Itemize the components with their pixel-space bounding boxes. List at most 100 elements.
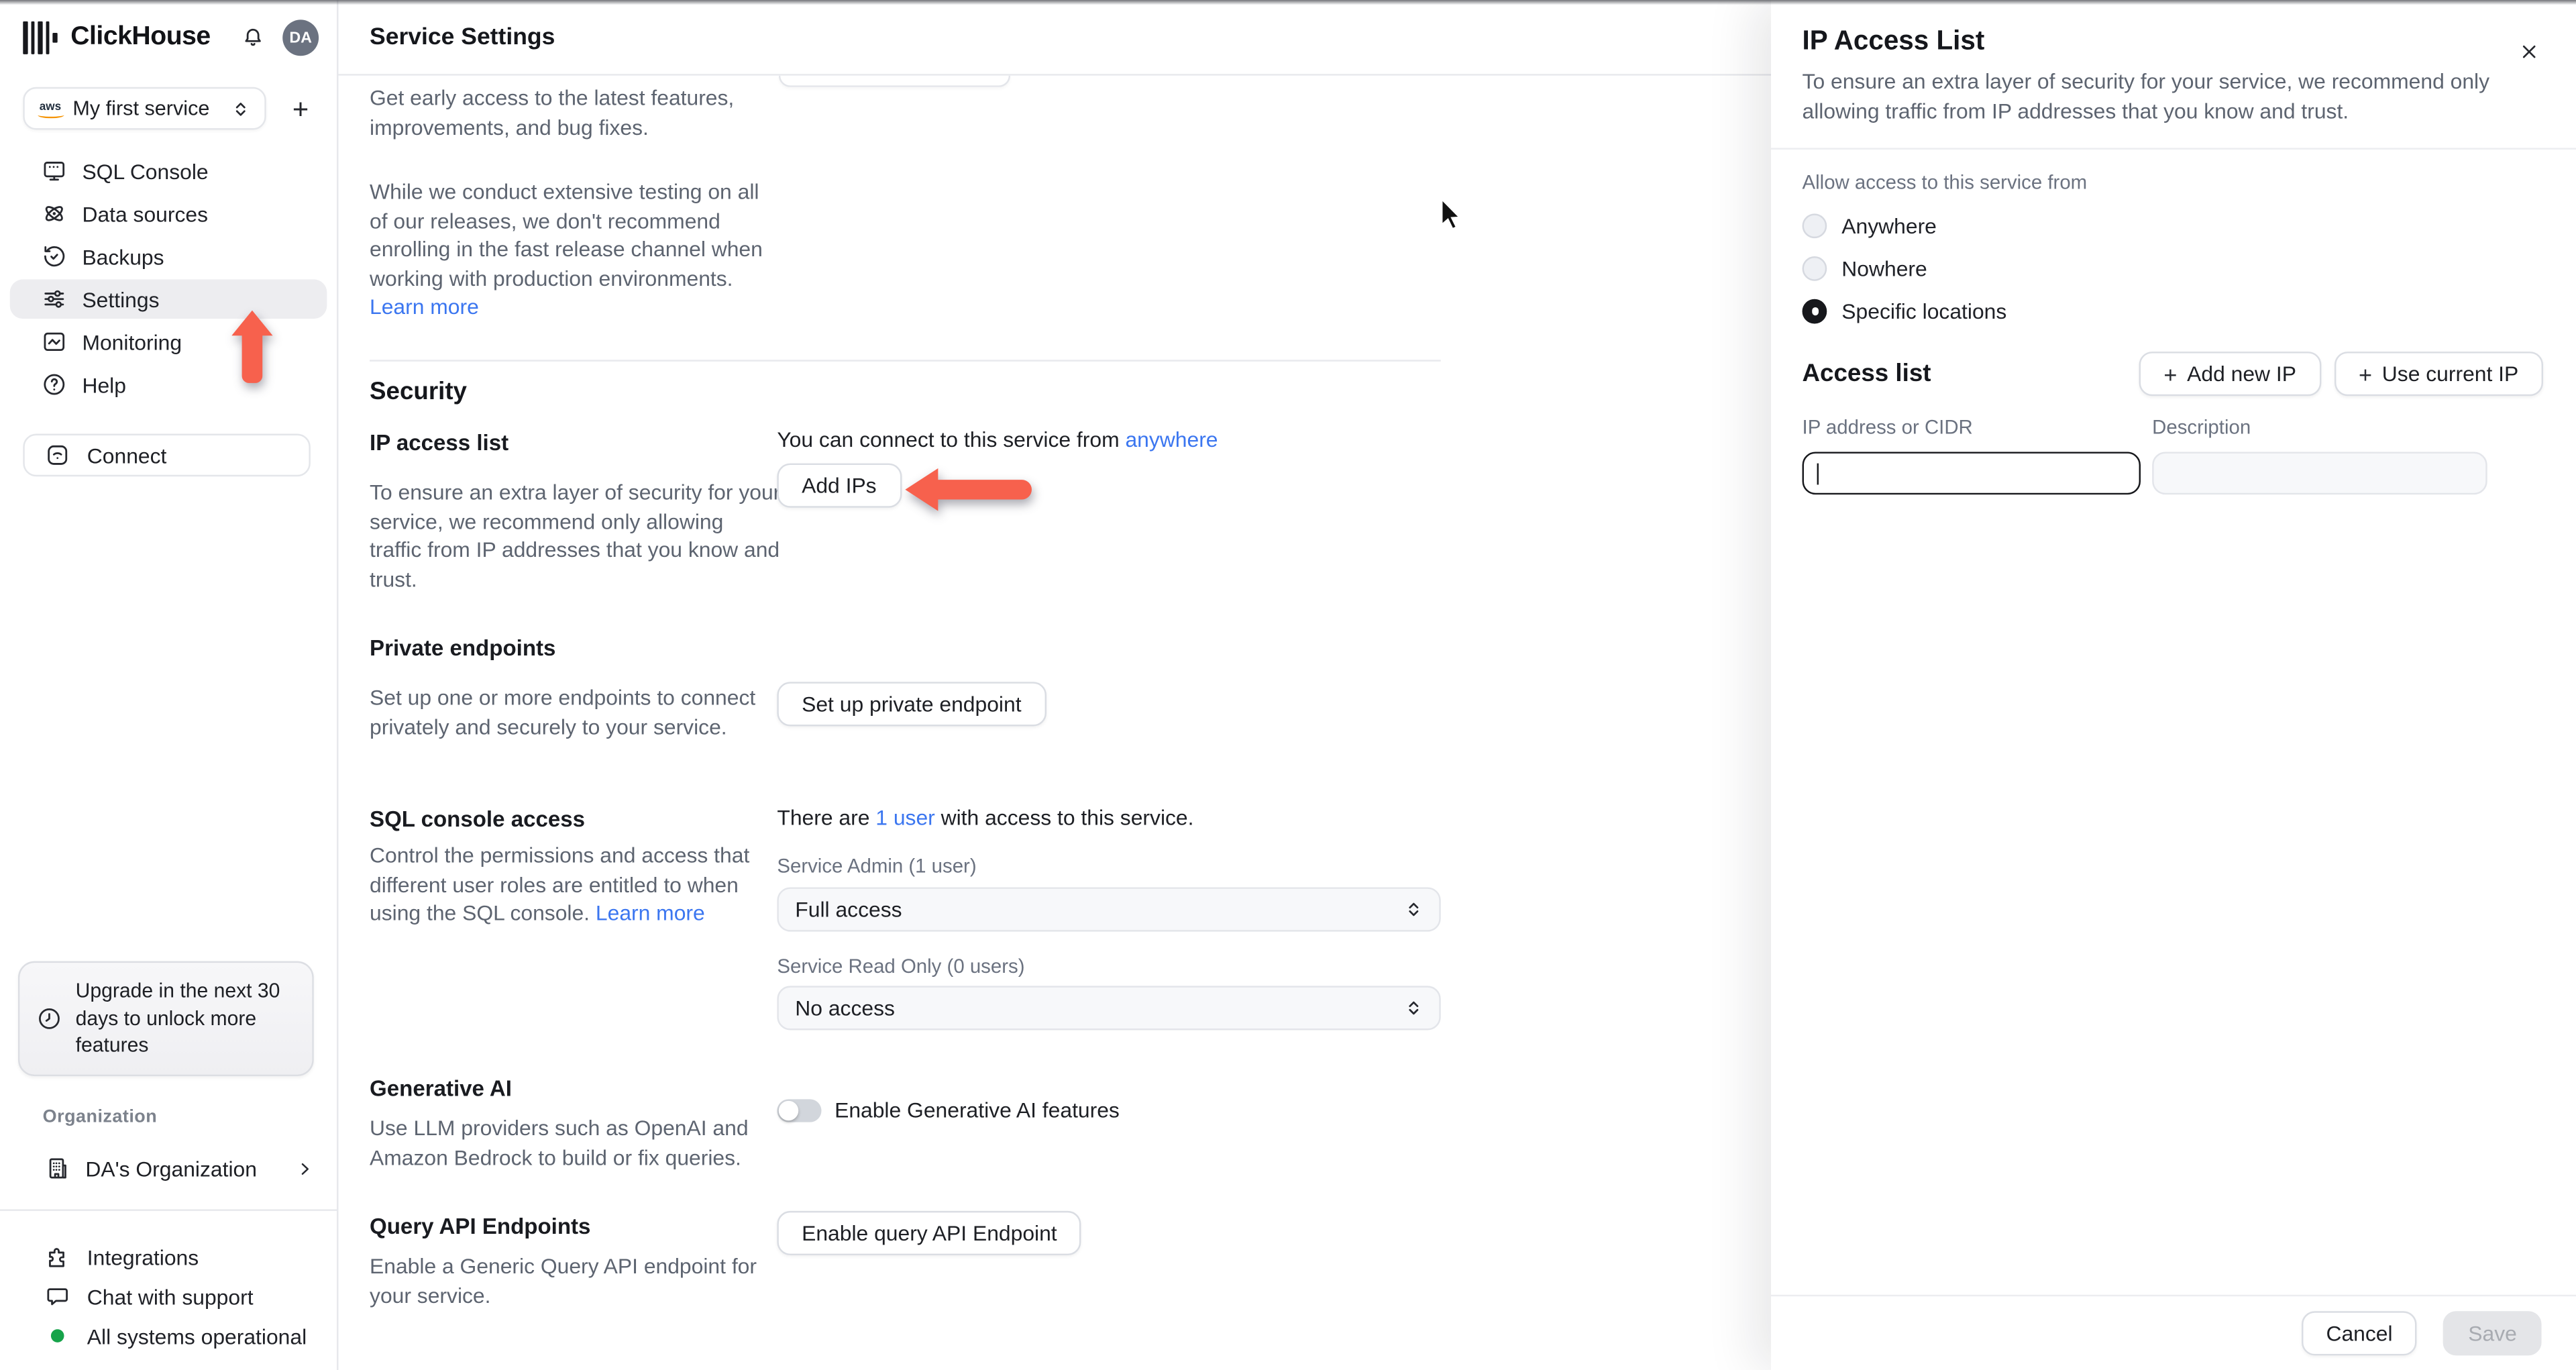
access-list-form: IP address or CIDR Description xyxy=(1802,415,2543,495)
puzzle-icon xyxy=(44,1244,70,1270)
ip-cidr-label: IP address or CIDR xyxy=(1802,415,1973,439)
close-icon[interactable] xyxy=(2514,36,2543,66)
sql-console-icon xyxy=(41,158,67,184)
radio-icon[interactable] xyxy=(1802,255,1827,280)
connect-label: Connect xyxy=(87,443,167,468)
connect-button[interactable]: Connect xyxy=(23,433,311,477)
window-top-shadow xyxy=(0,0,2576,5)
avatar[interactable]: DA xyxy=(282,19,319,56)
allow-access-label: Allow access to this service from xyxy=(1802,170,2088,194)
chat-support-link[interactable]: Chat with support xyxy=(23,1277,313,1316)
radio-label: Specific locations xyxy=(1841,298,2007,323)
organization-row[interactable]: DA's Organization xyxy=(23,1147,313,1190)
panel-header: IP Access List To ensure an extra layer … xyxy=(1771,0,2576,150)
cancel-button[interactable]: Cancel xyxy=(2301,1311,2418,1356)
sidebar-item-backups[interactable]: Backups xyxy=(10,237,327,276)
panel-footer: Cancel Save xyxy=(1771,1294,2576,1370)
sidebar-item-data-sources[interactable]: Data sources xyxy=(10,194,327,233)
radio-icon-selected[interactable] xyxy=(1802,298,1827,323)
add-service-button[interactable]: + xyxy=(292,95,309,123)
enable-query-api-button[interactable]: Enable query API Endpoint xyxy=(777,1210,1082,1256)
ip-cidr-input[interactable] xyxy=(1802,452,2141,495)
sql-learn-more-link[interactable]: Learn more xyxy=(596,900,705,925)
users-status-suffix: with access to this service. xyxy=(934,805,1194,830)
plus-icon: + xyxy=(2163,360,2178,387)
access-list-header: Access list + Add new IP + Use current IP xyxy=(1803,352,2544,397)
sidebar-item-label: Backups xyxy=(82,244,164,269)
clickhouse-cloud-app: ClickHouse DA aws My first service + SQL… xyxy=(0,0,2576,1370)
generative-ai-title: Generative AI xyxy=(370,1076,512,1101)
description-input[interactable] xyxy=(2152,452,2487,495)
use-current-ip-button[interactable]: + Use current IP xyxy=(2334,352,2544,397)
chat-support-label: Chat with support xyxy=(87,1283,254,1309)
sidebar-item-settings[interactable]: Settings xyxy=(9,279,327,319)
organization-section-label: Organization xyxy=(42,1107,158,1128)
users-status-prefix: There are xyxy=(777,805,876,830)
ip-access-list-desc: To ensure an extra layer of security for… xyxy=(370,480,781,591)
monitoring-chart-icon xyxy=(41,329,67,355)
service-selector[interactable]: aws My first service xyxy=(23,87,266,130)
radio-option-nowhere[interactable]: Nowhere xyxy=(1802,255,2543,281)
building-icon xyxy=(44,1155,70,1181)
service-admin-label: Service Admin (1 user) xyxy=(777,854,977,878)
chat-bubble-icon xyxy=(44,1283,70,1310)
panel-description: To ensure an extra layer of security for… xyxy=(1802,68,2490,123)
sidebar-nav: SQL Console Data sources Backups Setting… xyxy=(9,151,327,407)
service-name: My first service xyxy=(72,97,210,120)
sidebar-item-label: Data sources xyxy=(82,201,209,226)
generative-ai-toggle[interactable] xyxy=(777,1098,822,1122)
one-user-link[interactable]: 1 user xyxy=(875,805,935,830)
section-divider xyxy=(370,360,1441,362)
sidebar-item-label: SQL Console xyxy=(82,158,209,184)
sidebar-item-sql-console[interactable]: SQL Console xyxy=(10,151,327,191)
add-ips-button[interactable]: Add IPs xyxy=(777,463,902,508)
service-readonly-label: Service Read Only (0 users) xyxy=(777,954,1025,978)
sidebar-item-monitoring[interactable]: Monitoring xyxy=(10,322,327,362)
chevron-up-down-icon xyxy=(1405,900,1423,918)
private-endpoints-desc: Set up one or more endpoints to connect … xyxy=(370,685,756,739)
setup-private-endpoint-button[interactable]: Set up private endpoint xyxy=(777,682,1046,727)
settings-sliders-icon xyxy=(41,286,67,312)
description-label: Description xyxy=(2152,415,2251,439)
service-admin-value: Full access xyxy=(795,897,902,922)
fast-release-paragraph-1: Get early access to the latest features,… xyxy=(370,85,735,139)
ip-access-list-title: IP access list xyxy=(370,430,509,456)
panel-title: IP Access List xyxy=(1802,26,1985,56)
plus-icon: + xyxy=(2359,360,2373,387)
notifications-bell-icon[interactable] xyxy=(235,19,271,56)
sidebar-item-help[interactable]: Help xyxy=(10,365,327,405)
release-channel-select-partial[interactable] xyxy=(778,75,1011,87)
upgrade-notice[interactable]: Upgrade in the next 30 days to unlock mo… xyxy=(17,961,314,1075)
fast-release-paragraph-2: While we conduct extensive testing on al… xyxy=(370,177,780,321)
integrations-link[interactable]: Integrations xyxy=(23,1237,313,1277)
query-api-title: Query API Endpoints xyxy=(370,1214,591,1239)
service-readonly-select[interactable]: No access xyxy=(777,986,1441,1031)
sql-console-access-desc: Control the permissions and access that … xyxy=(370,841,780,928)
radio-option-anywhere[interactable]: Anywhere xyxy=(1802,212,2543,238)
data-sources-icon xyxy=(41,201,67,227)
system-status-row[interactable]: All systems operational xyxy=(23,1316,313,1356)
generative-ai-toggle-label: Enable Generative AI features xyxy=(835,1097,1120,1122)
mouse-cursor xyxy=(1440,197,1462,231)
sidebar-footer: Integrations Chat with support All syste… xyxy=(0,1209,337,1370)
service-admin-select[interactable]: Full access xyxy=(777,887,1441,932)
radio-option-specific-locations[interactable]: Specific locations xyxy=(1802,297,2543,323)
add-new-ip-button[interactable]: + Add new IP xyxy=(2139,352,2321,397)
sql-console-access-title: SQL console access xyxy=(370,806,586,832)
ip-access-status-text: You can connect to this service from xyxy=(777,427,1126,452)
radio-icon[interactable] xyxy=(1802,213,1827,238)
chevron-right-icon xyxy=(296,1159,314,1177)
sidebar-header: ClickHouse DA xyxy=(23,18,319,58)
private-endpoints-title: Private endpoints xyxy=(370,635,556,661)
chevron-up-down-icon xyxy=(1405,999,1423,1017)
sidebar: ClickHouse DA aws My first service + SQL… xyxy=(0,0,339,1370)
ip-access-list-panel: IP Access List To ensure an extra layer … xyxy=(1771,0,2576,1370)
anywhere-link[interactable]: anywhere xyxy=(1125,427,1218,452)
radio-label: Anywhere xyxy=(1841,213,1937,238)
upgrade-notice-text: Upgrade in the next 30 days to unlock mo… xyxy=(75,979,280,1057)
learn-more-link[interactable]: Learn more xyxy=(370,294,479,319)
red-arrow-up-annotation xyxy=(231,310,273,383)
save-button[interactable]: Save xyxy=(2443,1311,2542,1356)
sidebar-item-label: Settings xyxy=(82,286,160,312)
status-green-dot xyxy=(50,1329,64,1342)
